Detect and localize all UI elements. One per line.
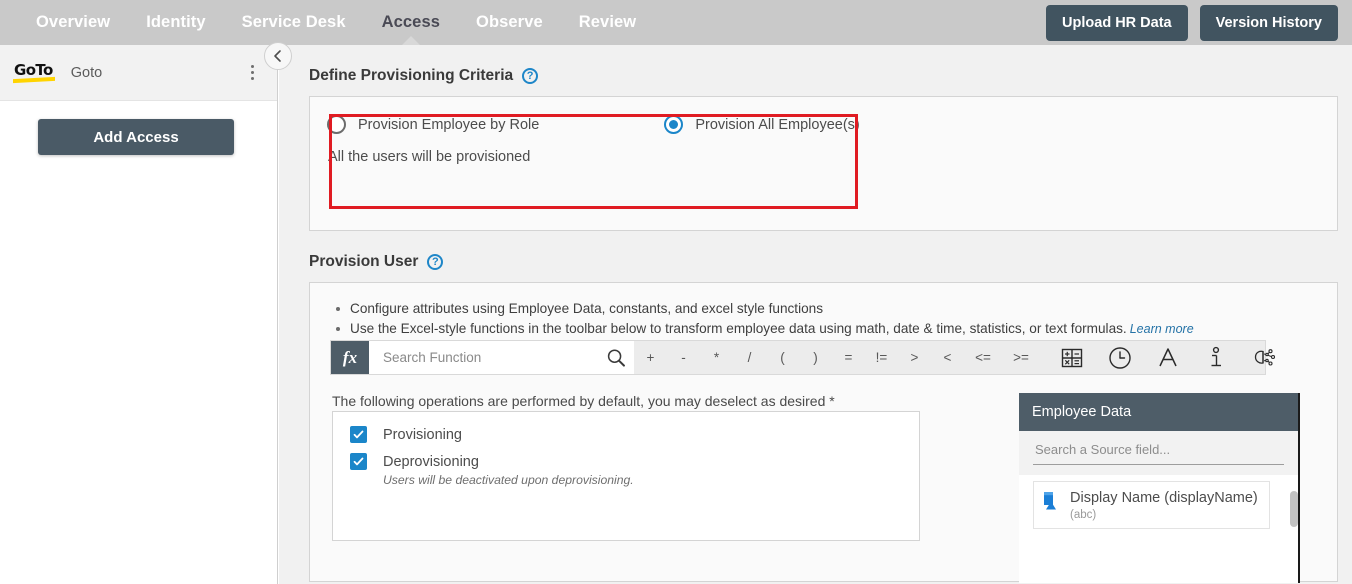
kebab-dot <box>250 77 254 80</box>
nav-action-buttons: Upload HR Data Version History <box>1046 4 1338 41</box>
calculator-grid-icon <box>1061 348 1083 367</box>
sidebar-app-name: Goto <box>70 64 103 81</box>
operator-less-or-equal[interactable]: <= <box>964 341 1002 374</box>
section-title-text: Provision User <box>309 253 419 270</box>
upload-hr-data-button[interactable]: Upload HR Data <box>1046 4 1188 41</box>
kebab-dot <box>250 71 254 74</box>
deprovisioning-hint-text: Users will be deactivated upon deprovisi… <box>383 473 634 487</box>
provision-user-card: Configure attributes using Employee Data… <box>309 282 1338 583</box>
function-toolbar: fx + - * / ( ) = != > < <= >= <box>330 340 1276 375</box>
nav-tab-overview[interactable]: Overview <box>18 0 128 45</box>
checkbox-provisioning[interactable] <box>350 426 367 443</box>
employee-data-title: Employee Data <box>1019 393 1298 431</box>
operator-not-equals[interactable]: != <box>865 341 898 374</box>
search-function-container <box>369 341 634 374</box>
bullet-configure-attributes: Configure attributes using Employee Data… <box>334 299 1337 318</box>
brain-ai-icon <box>1254 348 1276 366</box>
operator-minus[interactable]: - <box>667 341 700 374</box>
field-display-name: Display Name (displayName) <box>1070 490 1258 506</box>
statistics-functions-icon[interactable] <box>1192 345 1240 371</box>
operator-buttons: + - * / ( ) = != > < <= >= <box>634 341 1288 374</box>
sidebar-app-header: GoTo Goto <box>0 45 277 101</box>
provisioning-criteria-card: Provision Employee by Role Provision All… <box>309 96 1338 231</box>
checkbox-deprovisioning[interactable] <box>350 453 367 470</box>
employee-data-search-container <box>1019 431 1298 475</box>
field-text-block: Display Name (displayName) (abc) <box>1070 489 1258 521</box>
highlight-annotation-box <box>329 114 858 209</box>
check-icon <box>353 430 364 439</box>
help-icon-provision-user[interactable]: ? <box>427 254 444 270</box>
employee-data-field-list: Display Name (displayName) (abc) <box>1019 475 1298 529</box>
operator-equals[interactable]: = <box>832 341 865 374</box>
label-deprovisioning: Deprovisioning <box>383 453 479 470</box>
section-title-text: Define Provisioning Criteria <box>309 67 514 84</box>
kebab-dot <box>250 65 254 68</box>
search-source-field-input[interactable] <box>1033 441 1284 465</box>
clock-icon <box>1109 346 1131 369</box>
sidebar-more-options-icon[interactable] <box>243 63 261 83</box>
main-content-area: Define Provisioning Criteria ? Provision… <box>279 45 1352 584</box>
operator-greater-than[interactable]: > <box>898 341 931 374</box>
operator-divide[interactable]: / <box>733 341 766 374</box>
operator-greater-or-equal[interactable]: >= <box>1002 341 1040 374</box>
field-type-label: (abc) <box>1070 509 1097 521</box>
provision-user-title: Provision User ? <box>279 231 1352 271</box>
operator-less-than[interactable]: < <box>931 341 964 374</box>
nav-tab-list: Overview Identity Service Desk Access Ob… <box>18 0 654 45</box>
employee-data-scrollbar[interactable] <box>1290 491 1298 527</box>
operator-multiply[interactable]: * <box>700 341 733 374</box>
employee-data-panel: Employee Data Display Name (displayName)… <box>1019 393 1300 583</box>
letter-a-icon <box>1159 347 1177 366</box>
math-functions-icon[interactable] <box>1048 346 1096 370</box>
nav-tab-identity[interactable]: Identity <box>128 0 223 45</box>
help-icon-criteria[interactable]: ? <box>522 68 539 84</box>
nav-tab-service-desk[interactable]: Service Desk <box>224 0 364 45</box>
label-provisioning: Provisioning <box>383 426 462 443</box>
operation-row-provisioning[interactable]: Provisioning <box>333 412 919 443</box>
text-functions-icon[interactable] <box>1144 345 1192 371</box>
chevron-left-icon <box>274 50 281 62</box>
operation-row-deprovisioning[interactable]: Deprovisioning <box>333 443 919 470</box>
bullet-excel-functions: Use the Excel-style functions in the too… <box>334 319 1337 339</box>
learn-more-link[interactable]: Learn more <box>1130 322 1194 336</box>
top-navigation-bar: Overview Identity Service Desk Access Ob… <box>0 0 1352 45</box>
search-function-input[interactable] <box>381 349 606 366</box>
nav-tab-review[interactable]: Review <box>561 0 654 45</box>
operator-close-paren[interactable]: ) <box>799 341 832 374</box>
version-history-button[interactable]: Version History <box>1199 4 1338 41</box>
info-i-icon <box>1211 346 1221 366</box>
collapse-sidebar-button[interactable] <box>264 42 292 70</box>
search-icon[interactable] <box>606 348 626 368</box>
list-item[interactable]: Display Name (displayName) (abc) <box>1033 481 1270 529</box>
default-operations-box: Provisioning Deprovisioning Users will b… <box>332 411 920 541</box>
provision-user-bullet-list: Configure attributes using Employee Data… <box>310 283 1337 339</box>
function-category-buttons <box>1048 345 1288 371</box>
nav-tab-access[interactable]: Access <box>364 0 458 45</box>
datetime-functions-icon[interactable] <box>1096 345 1144 371</box>
string-field-icon <box>1044 492 1056 510</box>
nav-tab-observe[interactable]: Observe <box>458 0 561 45</box>
goto-logo: GoTo <box>14 63 53 82</box>
left-sidebar: GoTo Goto Add Access <box>0 45 278 584</box>
bullet-excel-functions-text: Use the Excel-style functions in the too… <box>350 321 1127 336</box>
define-provisioning-criteria-title: Define Provisioning Criteria ? <box>279 45 1352 85</box>
check-icon <box>353 457 364 466</box>
operations-note-text: The following operations are performed b… <box>332 393 835 409</box>
operator-plus[interactable]: + <box>634 341 667 374</box>
add-access-container: Add Access <box>0 101 277 155</box>
add-access-button[interactable]: Add Access <box>38 119 234 155</box>
fx-button[interactable]: fx <box>331 341 369 374</box>
ai-functions-icon[interactable] <box>1240 345 1288 371</box>
operator-open-paren[interactable]: ( <box>766 341 799 374</box>
